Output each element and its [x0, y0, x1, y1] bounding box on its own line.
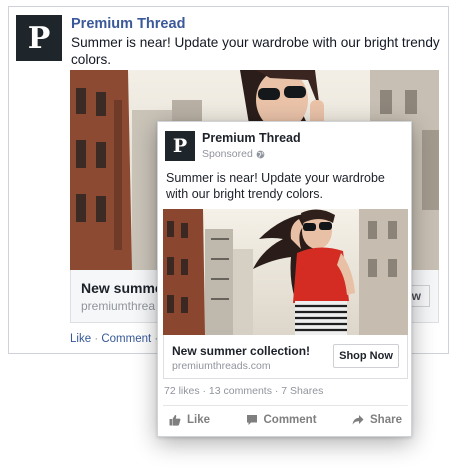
divider — [163, 405, 408, 406]
sponsored-label: Sponsored — [202, 148, 265, 160]
shop-now-button[interactable]: Shop Now — [333, 344, 399, 368]
post-text: Summer is near! Update your wardrobe wit… — [71, 35, 440, 67]
like-label: Like — [187, 414, 211, 426]
link-preview[interactable]: New summer collection! premiumthreads.co… — [163, 335, 408, 379]
post-actions: Like · Comment · — [70, 333, 158, 345]
post-actions: Like Comment Share — [163, 409, 408, 431]
sponsored-text: Sponsored — [202, 148, 253, 160]
share-button[interactable]: Share — [352, 409, 402, 431]
comment-button[interactable]: Comment — [246, 409, 317, 431]
ad-image[interactable] — [163, 209, 408, 335]
link-url: premiumthreads.com — [172, 360, 271, 372]
link-headline: New summer collection! — [172, 344, 311, 358]
page-name-link[interactable]: Premium Thread — [202, 131, 301, 145]
engagement-stats[interactable]: 72 likes · 13 comments · 7 Shares — [164, 385, 323, 397]
share-arrow-icon — [352, 415, 364, 425]
comment-label: Comment — [263, 414, 317, 426]
link-headline: New summer — [81, 280, 169, 296]
page-name-link[interactable]: Premium Thread — [71, 16, 185, 32]
mobile-ad-card: P Premium Thread Sponsored Summer is nea… — [157, 121, 412, 437]
post-text: Summer is near! Update your wardrobe wit… — [166, 171, 385, 201]
globe-icon — [256, 150, 265, 158]
share-label: Share — [370, 414, 402, 426]
comment-link[interactable]: Comment — [101, 333, 151, 345]
thumbs-up-icon — [169, 414, 181, 426]
like-link[interactable]: Like — [70, 333, 91, 345]
link-url: premiumthrea — [81, 299, 156, 313]
page-logo[interactable]: P — [165, 131, 195, 161]
like-button[interactable]: Like — [169, 409, 210, 431]
page-logo[interactable]: P — [16, 15, 62, 61]
comment-icon — [246, 415, 257, 425]
